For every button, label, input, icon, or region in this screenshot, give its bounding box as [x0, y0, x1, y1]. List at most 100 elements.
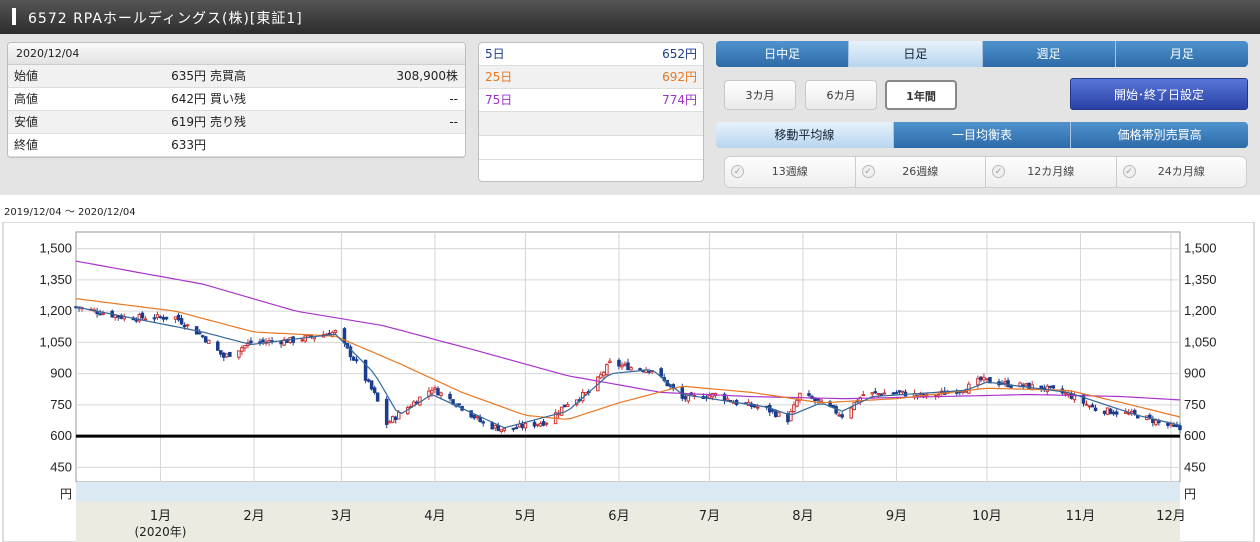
month-label: 5月 — [515, 509, 536, 524]
candle-body — [623, 363, 627, 366]
candle-body — [490, 422, 495, 430]
title-bar: 6572 RPAホールディングス(株)[東証1] — [0, 0, 1260, 34]
candle-body — [795, 399, 799, 407]
ma-label: 5日 — [485, 47, 505, 61]
month-label: 7月 — [699, 509, 720, 524]
range-6m-button[interactable]: 6カ月 — [805, 80, 877, 110]
candle-body — [1108, 408, 1113, 415]
candle-body — [134, 319, 139, 322]
candle-body — [608, 360, 612, 364]
month-label: 8月 — [792, 509, 813, 524]
candle-body — [849, 407, 853, 419]
quote-value-2: -- — [449, 92, 458, 106]
moving-average-card: 5日 652円 25日 692円 75日 774円 — [478, 42, 704, 182]
tab-volume-by-price[interactable]: 価格帯別売買高 — [1071, 122, 1248, 148]
candle-body — [659, 368, 663, 377]
candle-body — [481, 421, 485, 424]
unit-label-right: 円 — [1184, 487, 1196, 501]
candle-body — [155, 314, 160, 318]
tab-weekly[interactable]: 週足 — [982, 41, 1116, 67]
tab-intraday[interactable]: 日中足 — [716, 41, 850, 67]
option-13-week[interactable]: ✓ 13週線 — [725, 157, 856, 187]
candle-body — [1111, 411, 1116, 415]
option-12-month[interactable]: ✓ 12カ月線 — [986, 157, 1117, 187]
y-tick-label-right: 1,500 — [1184, 241, 1217, 256]
candle-body — [620, 364, 624, 368]
candle-body — [876, 392, 881, 395]
candle-body — [140, 312, 145, 319]
candle-body — [161, 317, 166, 320]
candle-body — [900, 390, 905, 393]
candle-body — [629, 367, 633, 371]
candle-body — [152, 317, 157, 320]
check-icon: ✓ — [1122, 165, 1136, 178]
quote-value: 619円 — [171, 115, 206, 129]
tab-moving-average[interactable]: 移動平均線 — [716, 122, 894, 148]
quote-label-2: 買い残 — [210, 92, 247, 106]
candle-body — [206, 339, 211, 344]
candle-body — [101, 312, 105, 315]
candle-body — [707, 394, 712, 399]
candle-body — [511, 427, 516, 430]
quote-value: 635円 — [171, 69, 206, 83]
option-label: 12カ月線 — [1027, 165, 1075, 178]
candle-body — [1157, 421, 1161, 424]
candle-body — [538, 423, 543, 427]
ma-value: 692円 — [662, 70, 697, 84]
candle-body — [626, 362, 630, 371]
candle-body — [789, 411, 793, 422]
candle-body — [982, 376, 986, 381]
candle-body — [249, 340, 253, 344]
candle-body — [840, 414, 844, 418]
candle-body — [985, 378, 989, 381]
candle-body — [599, 374, 603, 379]
candle-body — [1084, 403, 1089, 406]
candle-body — [475, 416, 479, 419]
candle-body — [384, 398, 389, 425]
set-dates-button[interactable]: 開始･終了日設定 — [1070, 78, 1248, 110]
candle-body — [565, 404, 570, 408]
candle-body — [113, 314, 117, 319]
tab-ichimoku[interactable]: 一目均衡表 — [893, 122, 1072, 148]
option-26-week[interactable]: ✓ 26週線 — [856, 157, 986, 187]
candle-body — [1148, 414, 1152, 419]
candle-body — [774, 411, 778, 418]
y-tick-label-right: 900 — [1184, 366, 1206, 381]
range-3m-button[interactable]: 3カ月 — [724, 80, 796, 110]
quote-row: 安値 619円 売り残 -- — [8, 111, 465, 134]
candle-body — [225, 353, 229, 358]
price-chart: 450 450 600 600 750 750 900 900 1,050 1,050 1,200 1… — [2, 222, 1255, 542]
range-1y-button[interactable]: 1年間 — [885, 80, 957, 110]
candle-body — [559, 406, 564, 416]
candle-body — [98, 313, 102, 316]
tab-monthly[interactable]: 月足 — [1115, 41, 1248, 67]
candle-body — [837, 414, 841, 417]
y-tick-label-left: 1,050 — [39, 334, 72, 349]
option-label: 26週線 — [902, 165, 939, 178]
candle-body — [605, 364, 609, 375]
option-24-month[interactable]: ✓ 24カ月線 — [1117, 157, 1247, 187]
option-label: 13週線 — [771, 165, 808, 178]
candle-body — [1114, 411, 1119, 415]
candle-body — [544, 422, 549, 425]
ma-row-75: 75日 774円 — [479, 89, 703, 112]
candle-body — [897, 390, 902, 393]
candle-body — [870, 392, 875, 395]
tab-daily[interactable]: 日足 — [849, 41, 983, 67]
candle-body — [279, 341, 283, 345]
check-icon: ✓ — [992, 165, 1005, 178]
candle-body — [1045, 385, 1050, 392]
candle-body — [372, 387, 377, 393]
candle-body — [300, 339, 304, 342]
candle-body — [535, 423, 540, 426]
ma-value: 774円 — [662, 93, 697, 107]
y-tick-label-right: 600 — [1184, 428, 1206, 443]
month-label: 6月 — [608, 509, 629, 524]
candle-body — [725, 398, 730, 401]
candle-body — [1003, 381, 1007, 384]
check-icon: ✓ — [861, 165, 875, 178]
candle-body — [514, 427, 519, 430]
ma-label: 25日 — [485, 70, 513, 84]
month-label: 2月 — [243, 509, 264, 524]
y-tick-label-right: 750 — [1184, 397, 1206, 412]
